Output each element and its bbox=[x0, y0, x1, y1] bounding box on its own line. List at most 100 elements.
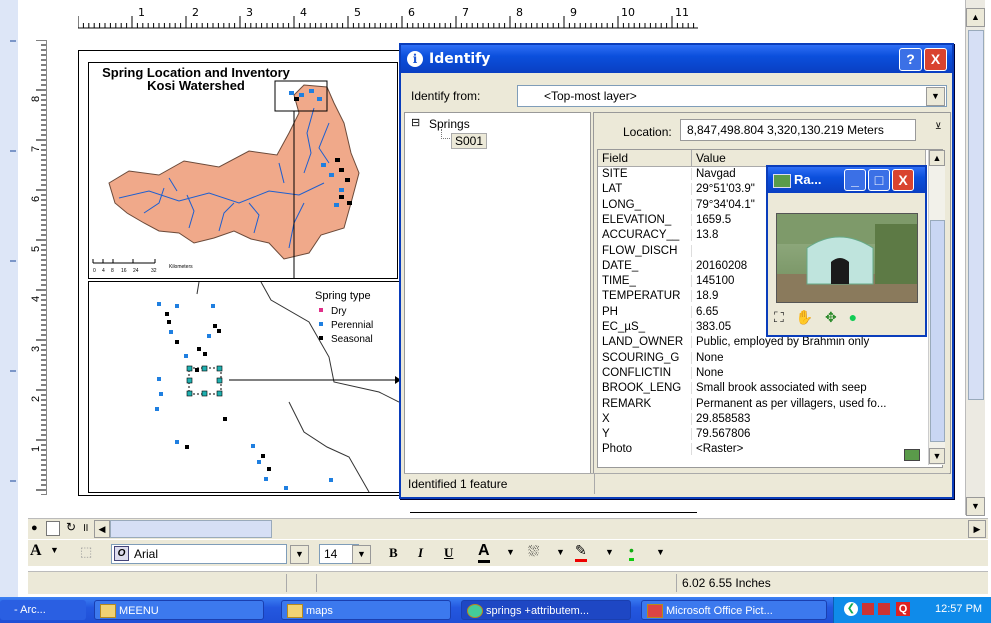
page-fragment bbox=[410, 512, 697, 513]
full-extent-icon[interactable]: ⛶ bbox=[774, 309, 784, 325]
q-app-icon[interactable]: Q bbox=[896, 602, 910, 616]
left-edge-strip bbox=[0, 0, 18, 597]
chevron-down-icon[interactable]: ▼ bbox=[926, 87, 945, 106]
table-row[interactable]: CONFLICTIN None bbox=[598, 366, 925, 379]
font-size-value: 14 bbox=[324, 547, 338, 561]
help-button[interactable]: ? bbox=[899, 48, 922, 71]
horizontal-ruler: 1 2 3 4 5 6 7 8 9 10 11 bbox=[78, 6, 698, 29]
data-view-icon[interactable]: ● bbox=[31, 522, 38, 534]
scroll-down-button[interactable]: ▼ bbox=[966, 497, 985, 516]
tray-arrow-icon[interactable]: ❮ bbox=[844, 602, 858, 616]
network-icon[interactable] bbox=[862, 603, 874, 615]
table-row[interactable]: LAND_OWNER Public, employed by Brahmin on… bbox=[598, 336, 925, 349]
table-row[interactable]: REMARK Permanent as per villagers, used f… bbox=[598, 397, 925, 410]
font-dropdown-arrow[interactable]: ▼ bbox=[290, 545, 309, 564]
table-scrollbar[interactable]: ▲ ▼ bbox=[928, 150, 945, 465]
close-button[interactable]: X bbox=[892, 169, 914, 191]
scroll-left-button[interactable]: ◀ bbox=[94, 520, 110, 538]
scroll-thumb[interactable] bbox=[968, 30, 984, 400]
chevron-down-icon[interactable]: ▼ bbox=[605, 547, 614, 557]
pan-hand-icon[interactable]: ✋ bbox=[796, 309, 813, 325]
picture-manager-icon bbox=[647, 604, 663, 618]
chevron-down-icon[interactable]: ▼ bbox=[506, 547, 515, 557]
table-row[interactable]: SCOURING_G None bbox=[598, 351, 925, 364]
field-value: 79°34'04.1" bbox=[696, 198, 755, 211]
taskbar-item-meenu[interactable]: MEENU bbox=[94, 600, 264, 620]
legend-label: Dry bbox=[331, 306, 347, 317]
taskbar-item-arcmap[interactable]: - Arc... bbox=[0, 600, 86, 620]
field-name: ACCURACY__ bbox=[602, 229, 680, 242]
close-button[interactable]: X bbox=[924, 48, 947, 71]
text-tool[interactable]: A bbox=[30, 542, 42, 560]
raster-thumbnail-icon[interactable] bbox=[904, 449, 920, 461]
h-scroll-thumb[interactable] bbox=[110, 520, 272, 538]
field-value: 13.8 bbox=[696, 229, 719, 242]
field-name: Y bbox=[602, 428, 610, 441]
ruler-label: 6 bbox=[30, 195, 42, 202]
table-row[interactable]: Y 79.567806 bbox=[598, 428, 925, 441]
pause-icon[interactable]: ॥ bbox=[82, 520, 89, 535]
raster-viewer-window[interactable]: Ra... _ □ X ⛶ ✋ ✥ ● bbox=[766, 165, 927, 337]
table-row[interactable]: BROOK_LENG Small brook associated with se… bbox=[598, 382, 925, 395]
scroll-down-button[interactable]: ▼ bbox=[929, 448, 945, 464]
taskbar-item-maps[interactable]: maps bbox=[281, 600, 451, 620]
identify-title-bar[interactable]: i Identify ? X bbox=[401, 45, 952, 73]
raster-title-bar[interactable]: Ra... _ □ X bbox=[768, 167, 925, 193]
scale-label: 0 bbox=[93, 268, 96, 274]
tree-feature-s001[interactable]: S001 bbox=[451, 133, 488, 149]
identify-from-select[interactable]: <Top-most layer> ▼ bbox=[517, 85, 947, 107]
taskbar-item-springs[interactable]: springs +attributem... bbox=[461, 600, 631, 620]
legend-item: Seasonal bbox=[319, 333, 373, 347]
font-color-button[interactable]: A bbox=[478, 542, 490, 563]
chevron-down-icon[interactable]: ▼ bbox=[50, 545, 59, 555]
font-name-select[interactable]: O Arial bbox=[111, 544, 287, 564]
field-value: None bbox=[696, 351, 724, 364]
marker-color-icon[interactable]: • bbox=[629, 542, 634, 561]
field-name: PH bbox=[602, 305, 618, 318]
legend: Dry Perennial Seasonal bbox=[319, 305, 373, 347]
italic-button[interactable]: I bbox=[418, 545, 423, 561]
layout-view-icon[interactable] bbox=[46, 521, 60, 536]
scale-label: 8 bbox=[111, 268, 114, 274]
ruler-label: 1 bbox=[30, 445, 42, 452]
size-dropdown-arrow[interactable]: ▼ bbox=[352, 545, 371, 564]
callout-icon[interactable]: ⬚ bbox=[80, 544, 92, 560]
scroll-right-button[interactable]: ▶ bbox=[968, 520, 986, 538]
scroll-up-button[interactable]: ▲ bbox=[929, 150, 945, 166]
tree-expander-icon[interactable]: ⊟ bbox=[411, 116, 420, 129]
font-type-icon: O bbox=[114, 546, 129, 561]
underline-button[interactable]: U bbox=[444, 545, 453, 561]
springs-map-frame[interactable]: Spring type Dry Perennial Seasonal bbox=[88, 281, 400, 493]
field-value: 145100 bbox=[696, 275, 735, 288]
identify-status-bar: Identified 1 feature bbox=[404, 473, 949, 494]
zoom-icon[interactable]: ✥ bbox=[825, 309, 837, 325]
watershed-map-frame[interactable]: Spring Location and Inventory Kosi Water… bbox=[88, 62, 398, 279]
field-value: 383.05 bbox=[696, 321, 732, 333]
refresh-icon[interactable]: ↻ bbox=[66, 520, 76, 534]
field-value: 18.9 bbox=[696, 290, 719, 303]
watershed-map: 0 4 8 16 24 32 Kilometers bbox=[92, 80, 360, 278]
network-icon[interactable] bbox=[878, 603, 890, 615]
legend-title: Spring type bbox=[315, 290, 371, 302]
globe-icon bbox=[467, 604, 483, 618]
field-name: TIME_ bbox=[602, 275, 636, 288]
col-header-field[interactable]: Field bbox=[598, 150, 692, 167]
bold-button[interactable]: B bbox=[389, 545, 398, 561]
layout-view-controls: ● ↻ ॥ ◀ ▶ bbox=[28, 518, 988, 539]
field-name: Photo bbox=[602, 443, 633, 456]
scroll-up-button[interactable]: ▲ bbox=[966, 8, 985, 27]
taskbar-item-office-picture[interactable]: Microsoft Office Pict... bbox=[641, 600, 827, 620]
fill-color-icon[interactable]: ⛆ bbox=[528, 543, 539, 560]
table-row[interactable]: Photo <Raster> bbox=[598, 443, 925, 456]
pin-icon[interactable]: ⊻ bbox=[935, 121, 942, 132]
vertical-scrollbar[interactable]: ▲ ▼ bbox=[965, 0, 985, 516]
line-color-icon[interactable]: ✎ bbox=[575, 542, 587, 562]
scroll-thumb[interactable] bbox=[930, 220, 945, 442]
chevron-down-icon[interactable]: ▼ bbox=[556, 547, 565, 557]
globe-icon[interactable]: ● bbox=[849, 309, 857, 325]
chevron-down-icon[interactable]: ▼ bbox=[656, 547, 665, 557]
table-row[interactable]: X 29.858583 bbox=[598, 412, 925, 425]
minimize-button[interactable]: _ bbox=[844, 169, 866, 191]
feature-tree[interactable]: ⊟ Springs S001 bbox=[404, 112, 591, 474]
maximize-button[interactable]: □ bbox=[868, 169, 890, 191]
